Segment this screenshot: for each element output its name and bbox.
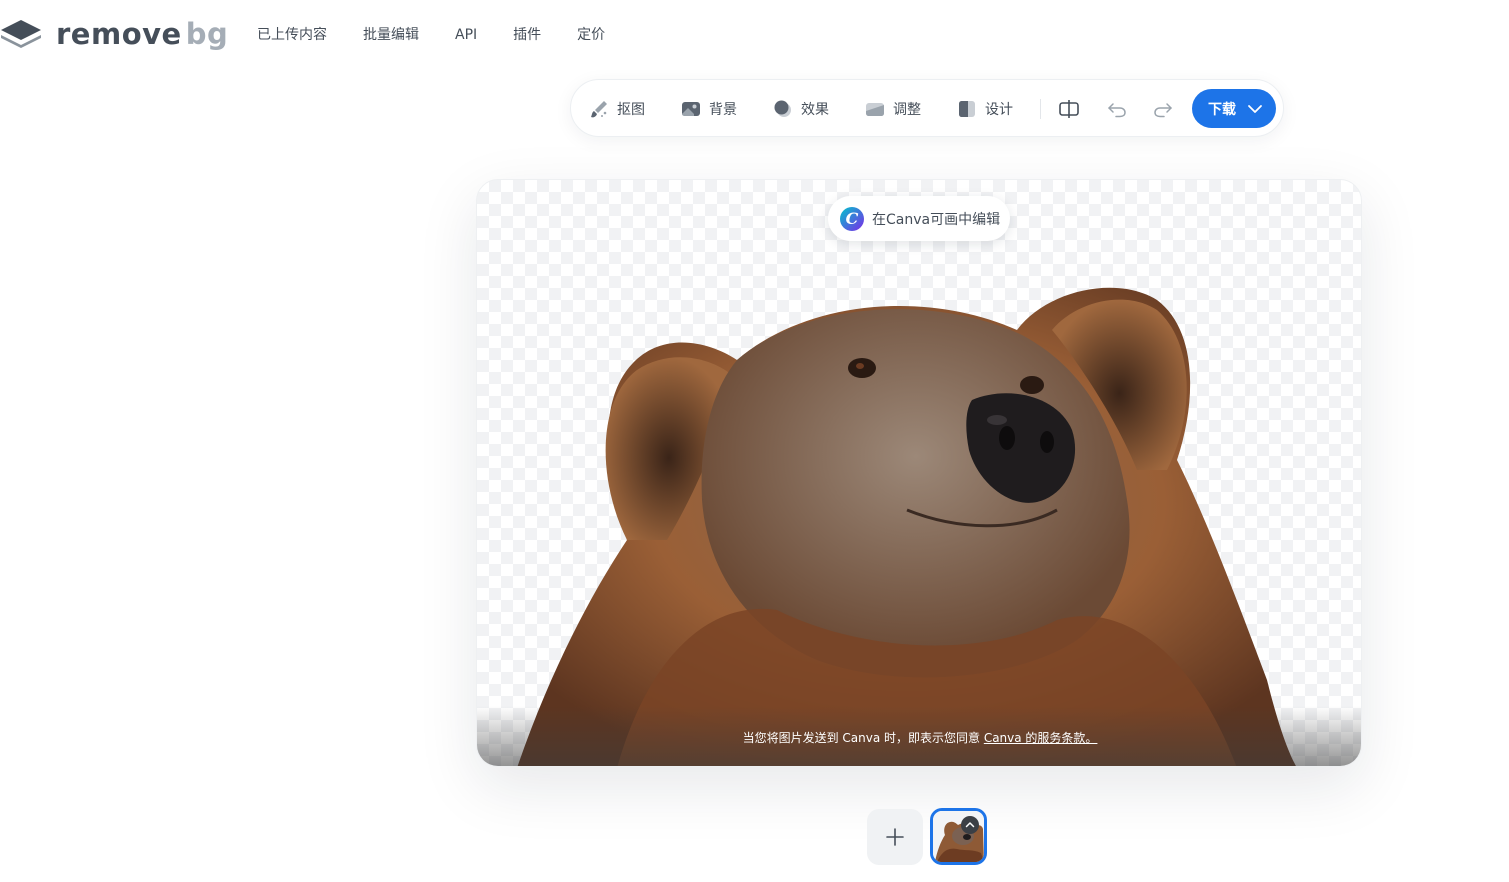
thumbnail-collapse-button[interactable] xyxy=(961,816,979,834)
logo-icon xyxy=(1,20,41,48)
logo-text: remove bg xyxy=(56,17,229,51)
design-icon xyxy=(959,101,975,117)
tool-adjust-label: 调整 xyxy=(893,102,921,118)
tool-effects-label: 效果 xyxy=(801,102,829,118)
tool-adjust[interactable]: 调整 xyxy=(865,97,921,121)
chevron-up-icon xyxy=(965,822,975,828)
canva-terms-notice: 当您将图片发送到 Canva 时，即表示您同意 Canva 的服务条款。 xyxy=(477,730,1361,746)
canva-terms-link[interactable]: Canva 的服务条款。 xyxy=(984,731,1098,745)
edit-in-canva-label: 在Canva可画中编辑 xyxy=(872,211,1001,228)
download-button[interactable]: 下载 xyxy=(1192,89,1276,128)
redo-icon[interactable] xyxy=(1151,97,1175,121)
nav-plugins[interactable]: 插件 xyxy=(513,24,541,46)
tool-design[interactable]: 设计 xyxy=(957,97,1013,121)
image-canvas[interactable]: 当您将图片发送到 Canva 时，即表示您同意 Canva 的服务条款。 xyxy=(476,179,1362,767)
nav-api[interactable]: API xyxy=(455,24,477,46)
download-label: 下载 xyxy=(1208,101,1236,118)
edit-in-canva-button[interactable]: C 在Canva可画中编辑 xyxy=(828,196,1010,241)
image-icon xyxy=(682,102,700,116)
tool-design-label: 设计 xyxy=(985,102,1013,118)
main-nav: 已上传内容 批量编辑 API 插件 定价 xyxy=(257,24,641,46)
tool-cutout-label: 抠图 xyxy=(617,102,645,118)
nav-bulk-edit[interactable]: 批量编辑 xyxy=(363,24,419,46)
plus-icon xyxy=(886,828,904,846)
add-image-button[interactable] xyxy=(867,809,923,865)
tool-effects[interactable]: 效果 xyxy=(773,97,829,121)
effects-icon xyxy=(774,100,791,117)
adjust-icon xyxy=(866,103,884,116)
terms-text: 当您将图片发送到 Canva 时，即表示您同意 xyxy=(742,731,984,745)
nav-uploads[interactable]: 已上传内容 xyxy=(257,24,327,46)
tool-background[interactable]: 背景 xyxy=(681,97,737,121)
tool-cutout[interactable]: 抠图 xyxy=(589,97,645,121)
chevron-down-icon xyxy=(1248,105,1262,113)
header: remove bg 已上传内容 批量编辑 API 插件 定价 xyxy=(0,0,1509,70)
nav-pricing[interactable]: 定价 xyxy=(577,24,605,46)
editor-toolbar: 抠图 背景 效果 调整 设计 下载 xyxy=(570,79,1284,137)
canva-logo-icon: C xyxy=(840,206,864,231)
logo[interactable]: remove bg xyxy=(0,16,228,52)
brush-icon xyxy=(591,101,607,118)
compare-icon[interactable] xyxy=(1057,97,1081,121)
undo-icon[interactable] xyxy=(1105,97,1129,121)
toolbar-divider xyxy=(1040,99,1041,119)
tool-background-label: 背景 xyxy=(709,102,737,118)
bear-image xyxy=(517,287,1296,766)
